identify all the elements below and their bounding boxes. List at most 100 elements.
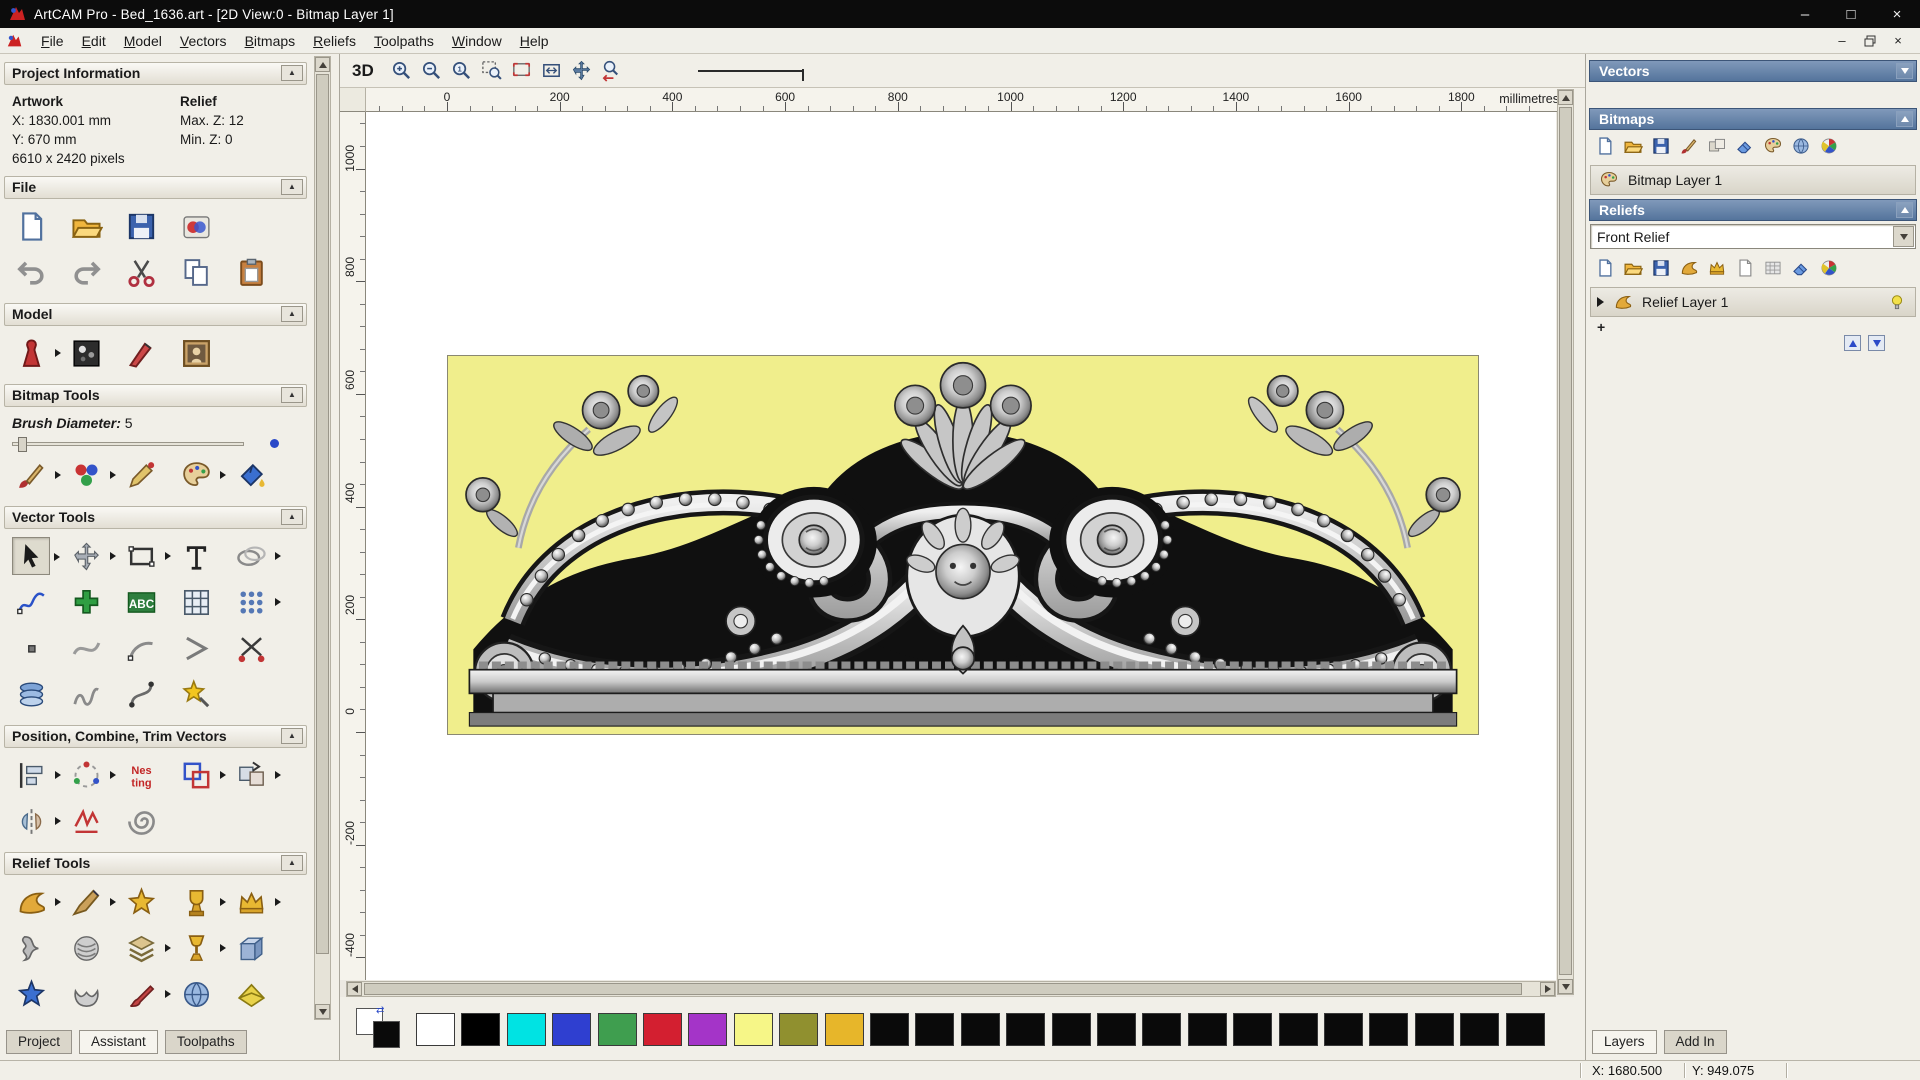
scroll-up-button[interactable] [315,57,330,72]
colour-palette-icon[interactable] [1761,134,1785,158]
close-button[interactable]: × [1874,0,1920,28]
ellipse-icon[interactable] [232,537,281,575]
collapse-button[interactable]: ▲ [281,65,303,81]
freehand-icon[interactable] [67,675,105,713]
brush-slider-thumb[interactable] [18,436,27,452]
flyout-arrow-icon[interactable] [110,471,116,479]
palette-swatch[interactable] [1369,1013,1409,1046]
collapse-button[interactable]: ▲ [281,728,303,744]
palette-swatch[interactable] [960,1013,1000,1046]
flyout-arrow-icon[interactable] [220,944,226,952]
flyout-arrow-icon[interactable] [220,471,226,479]
flyout-arrow-icon[interactable] [275,552,281,560]
shape-editor-icon[interactable] [12,883,61,921]
collapse-button[interactable]: ▲ [281,306,303,322]
paint-relief-icon[interactable] [122,975,171,1013]
layers-tab-layers[interactable]: Layers [1592,1030,1657,1054]
zoom-previous-icon[interactable] [598,57,625,84]
palette-swatch[interactable] [824,1013,864,1046]
star-relief-icon[interactable] [122,883,160,921]
pan-view-icon[interactable] [568,57,595,84]
pixel-pencil-icon[interactable] [122,456,160,494]
palette-swatch[interactable] [733,1013,773,1046]
crown-icon[interactable] [232,883,281,921]
menu-model[interactable]: Model [115,30,171,52]
brush-diameter-slider[interactable] [0,431,311,452]
scroll-down-button[interactable] [315,1004,330,1019]
transform-icon[interactable] [67,537,116,575]
mesh-icon[interactable] [1761,256,1785,280]
colour-palette-icon[interactable] [177,456,226,494]
palette-swatch[interactable] [1187,1013,1227,1046]
relief-layer-row[interactable]: Relief Layer 1 [1590,287,1916,317]
palette-swatch[interactable] [1142,1013,1182,1046]
weave-icon[interactable] [67,929,105,967]
flyout-arrow-icon[interactable] [55,771,61,779]
assistant-tab-project[interactable]: Project [6,1030,73,1054]
minimize-button[interactable]: – [1782,0,1828,28]
palette-swatch[interactable] [870,1013,909,1046]
shell-icon[interactable] [67,975,105,1013]
palette-swatch[interactable] [1505,1013,1545,1046]
grid-icon[interactable] [177,583,215,621]
flyout-arrow-icon[interactable] [165,990,171,998]
paint-bucket-icon[interactable] [232,456,270,494]
model-preview-icon[interactable] [12,334,61,372]
flood-fill-icon[interactable] [67,456,116,494]
bezier-icon[interactable] [67,629,105,667]
nesting-icon[interactable]: Nes ting [122,756,160,794]
palette-swatch[interactable] [779,1013,819,1046]
scroll-thumb[interactable] [316,74,329,954]
menu-reliefs[interactable]: Reliefs [304,30,365,52]
palette-swatch[interactable] [1006,1013,1046,1046]
relief-select[interactable]: Front Relief [1590,224,1916,249]
collapse-button[interactable]: ▲ [281,509,303,525]
flyout-arrow-icon[interactable] [165,944,171,952]
flyout-arrow-icon[interactable] [275,771,281,779]
select-icon[interactable] [12,537,60,575]
maximize-button[interactable]: □ [1828,0,1874,28]
open-file-icon[interactable] [67,207,105,245]
move-layer-up-button[interactable] [1844,335,1861,351]
align-icon[interactable] [12,756,61,794]
collapse-button[interactable]: ▲ [281,179,303,195]
menu-bitmaps[interactable]: Bitmaps [236,30,305,52]
new-file-icon[interactable] [12,207,50,245]
page-plain-icon[interactable] [1733,256,1757,280]
canvas-scroll-down-button[interactable] [1558,979,1573,994]
flyout-arrow-icon[interactable] [55,349,61,357]
rectangle-icon[interactable] [122,537,171,575]
palette-swatch[interactable] [1460,1013,1500,1046]
arc-icon[interactable] [122,629,160,667]
zoom-fit-icon[interactable] [538,57,565,84]
eraser-blue-icon[interactable] [1789,256,1813,280]
emboss-icon[interactable] [232,929,270,967]
save-file-icon[interactable] [122,207,160,245]
palette-swatch[interactable] [1414,1013,1454,1046]
palette-swatch[interactable] [1324,1013,1363,1046]
flyout-arrow-icon[interactable] [220,898,226,906]
mesh-icon[interactable] [67,1021,105,1024]
zoom-window-icon[interactable] [478,57,505,84]
save-file-icon[interactable] [1649,256,1673,280]
group-icon[interactable] [177,756,226,794]
new-file-icon[interactable] [1593,256,1617,280]
flyout-arrow-icon[interactable] [220,771,226,779]
polyline-icon[interactable] [12,583,50,621]
color-wheel-icon[interactable] [1817,256,1841,280]
weld-icon[interactable] [232,756,281,794]
palette-swatch[interactable] [1278,1013,1318,1046]
canvas-scroll-left-button[interactable] [347,982,362,996]
swap-colours-icon[interactable]: ⇄ [376,1005,384,1016]
canvas-scroll-up-button[interactable] [1558,90,1573,105]
cut-icon[interactable] [122,253,160,291]
node-edit-icon[interactable] [67,583,105,621]
sphere-icon[interactable] [1789,134,1813,158]
menu-edit[interactable]: Edit [73,30,115,52]
menu-toolpaths[interactable]: Toolpaths [365,30,443,52]
save-file-icon[interactable] [1649,134,1673,158]
relief-select-arrow[interactable] [1893,226,1914,247]
mdi-minimize-button[interactable]: – [1830,32,1854,50]
flyout-arrow-icon[interactable] [55,471,61,479]
palette-swatch[interactable] [915,1013,955,1046]
